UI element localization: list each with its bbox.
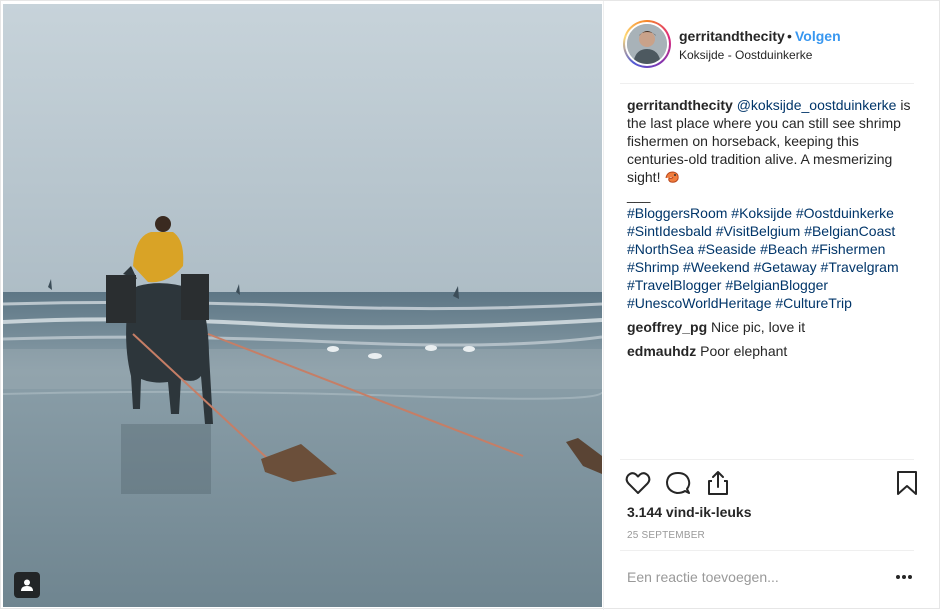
hashtag[interactable]: #Weekend (683, 259, 750, 275)
hashtag[interactable]: #Travelgram (821, 259, 899, 275)
comment-text: Poor elephant (700, 343, 788, 359)
hashtag[interactable]: #UnescoWorldHeritage (627, 295, 771, 311)
hashtag-list: #BloggersRoom #Koksijde #Oostduinkerke #… (627, 204, 917, 312)
hashtag[interactable]: #SintIdesbald (627, 223, 712, 239)
post-header: gerritandthecity • Volgen Koksijde - Oos… (604, 1, 940, 83)
hashtag[interactable]: #Beach (760, 241, 807, 257)
share-icon[interactable] (704, 469, 732, 497)
likes-count[interactable]: 3.144 vind-ik-leuks (627, 504, 752, 520)
post-side-panel: gerritandthecity • Volgen Koksijde - Oos… (603, 1, 940, 610)
comment-divider (620, 550, 914, 551)
comment-username[interactable]: geoffrey_pg (627, 319, 707, 335)
hashtag[interactable]: #BelgianBlogger (725, 277, 828, 293)
beach-horse-fisherman-image (3, 4, 602, 607)
hashtag[interactable]: #Shrimp (627, 259, 679, 275)
caption-separator: ___ (627, 187, 651, 203)
person-icon (21, 579, 33, 591)
instagram-post: gerritandthecity • Volgen Koksijde - Oos… (0, 0, 940, 610)
hashtag[interactable]: #Seaside (698, 241, 756, 257)
comment-username[interactable]: edmauhdz (627, 343, 696, 359)
avatar[interactable] (623, 20, 671, 68)
comment-icon[interactable] (664, 469, 692, 497)
post-date[interactable]: 25 SEPTEMBER (627, 530, 705, 541)
profile-photo (627, 24, 667, 64)
comment-item: edmauhdz Poor elephant (627, 342, 917, 360)
comment-item: geoffrey_pg Nice pic, love it (627, 318, 917, 336)
heart-icon[interactable] (624, 469, 652, 497)
post-photo[interactable] (3, 4, 602, 607)
hashtag[interactable]: #NorthSea (627, 241, 694, 257)
caption: gerritandthecity @koksijde_oostduinkerke… (627, 96, 917, 312)
more-options-icon[interactable] (894, 567, 914, 587)
bookmark-icon[interactable] (893, 469, 921, 497)
hashtag[interactable]: #BelgianCoast (804, 223, 895, 239)
comments-section: gerritandthecity @koksijde_oostduinkerke… (627, 96, 917, 360)
comment-text: Nice pic, love it (711, 319, 806, 335)
hashtag[interactable]: #Koksijde (731, 205, 792, 221)
hashtag[interactable]: #VisitBelgium (716, 223, 801, 239)
caption-username[interactable]: gerritandthecity (627, 97, 733, 113)
header-divider (620, 83, 914, 84)
add-comment-input[interactable]: Een reactie toevoegen... (627, 569, 779, 585)
hashtag[interactable]: #Oostduinkerke (796, 205, 894, 221)
actions-divider (620, 459, 914, 460)
hashtag[interactable]: #BloggersRoom (627, 205, 727, 221)
action-bar (624, 469, 924, 499)
hashtag[interactable]: #Getaway (754, 259, 817, 275)
hashtag[interactable]: #TravelBlogger (627, 277, 721, 293)
follow-button[interactable]: Volgen (795, 28, 841, 44)
header-separator: • (787, 28, 792, 44)
hashtag[interactable]: #Fishermen (811, 241, 885, 257)
caption-mention[interactable]: @koksijde_oostduinkerke (737, 97, 897, 113)
header-username[interactable]: gerritandthecity (679, 28, 785, 44)
user-tag-icon[interactable] (14, 572, 40, 598)
hashtag[interactable]: #CultureTrip (775, 295, 852, 311)
shrimp-emoji-icon (665, 171, 679, 183)
location-link[interactable]: Koksijde - Oostduinkerke (679, 48, 812, 62)
